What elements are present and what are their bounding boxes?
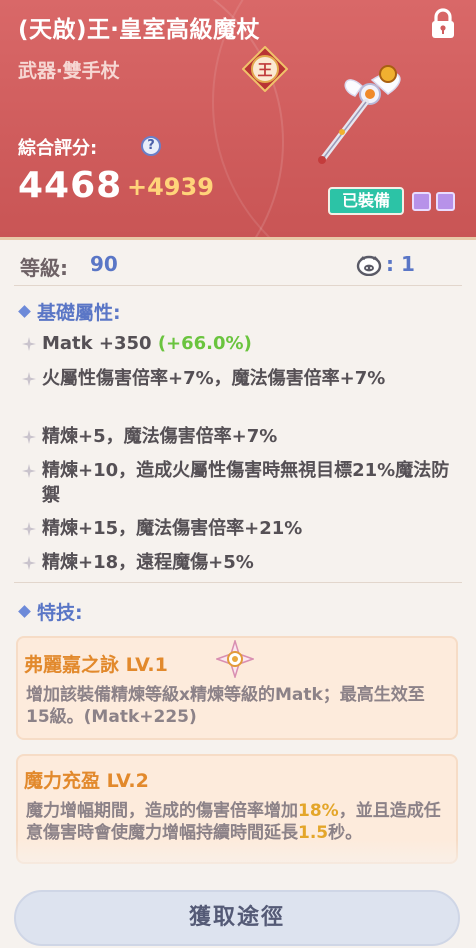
skill-name: 魔力充盈 LV.2 — [24, 770, 149, 792]
score-bonus: +4939 — [127, 173, 214, 201]
attribute-line: 精煉+18，遠程魔傷+5% — [22, 550, 452, 575]
pig-value: : 1 — [386, 252, 415, 276]
diamond-bullet-icon — [18, 305, 31, 318]
skill-description: 增加該裝備精煉等級x精煉等級的Matk；最高生效至15級。(Matk+225) — [26, 685, 425, 727]
score-label: 綜合評分: — [18, 138, 98, 159]
attribute-line: 精煉+5，魔法傷害倍率+7% — [22, 424, 452, 449]
attribute-line: 精煉+10，造成火屬性傷害時無視目標21%魔法防禦 — [22, 458, 452, 508]
weapon-staff-icon — [318, 65, 401, 164]
skill-description: 魔力增幅期間，造成的傷害倍率增加18%，並且造成任意傷害時會使魔力增幅持續時間延… — [26, 801, 441, 843]
attribute-line: 火屬性傷害倍率+7%，魔法傷害倍率+7% — [22, 366, 452, 391]
item-title: (天啟)王‧皇室高級魔杖 — [18, 17, 261, 43]
emblem-icon: 王 — [242, 46, 288, 92]
lock-icon[interactable] — [428, 8, 458, 40]
star-bullet-icon — [22, 556, 36, 570]
pig-icon — [356, 255, 382, 276]
star-bullet-icon — [22, 372, 36, 386]
star-bullet-icon — [22, 522, 36, 536]
scroll-fade — [0, 840, 476, 880]
attribute-line: 精煉+15，魔法傷害倍率+21% — [22, 516, 452, 541]
skills-title: 特技: — [18, 598, 83, 625]
skill-name: 弗麗嘉之詠 LV.1 — [24, 654, 168, 676]
equipped-badge: 已裝備 — [328, 187, 404, 215]
card-slot-2[interactable] — [436, 192, 455, 211]
star-bullet-icon — [22, 464, 36, 478]
divider — [14, 285, 462, 286]
obtain-source-button[interactable]: 獲取途徑 — [14, 890, 460, 946]
divider — [14, 582, 462, 583]
skill-badge-icon — [216, 640, 254, 678]
item-header: (天啟)王‧皇室高級魔杖 武器‧雙手杖 王 綜合評分: ? 4468 +4939… — [0, 0, 476, 240]
star-bullet-icon — [22, 430, 36, 444]
level-value: 90 — [90, 252, 118, 276]
star-bullet-icon — [22, 337, 36, 351]
score-value: 4468 — [18, 165, 123, 206]
help-icon[interactable]: ? — [141, 136, 161, 156]
card-slot-1[interactable] — [412, 192, 431, 211]
diamond-bullet-icon — [18, 605, 31, 618]
base-attributes-title: 基礎屬性: — [18, 298, 121, 325]
emblem-text: 王 — [257, 61, 272, 79]
attribute-line: Matk +350 (+66.0%) — [22, 331, 452, 356]
level-label: 等級: — [20, 256, 68, 280]
item-type: 武器‧雙手杖 — [18, 60, 120, 82]
